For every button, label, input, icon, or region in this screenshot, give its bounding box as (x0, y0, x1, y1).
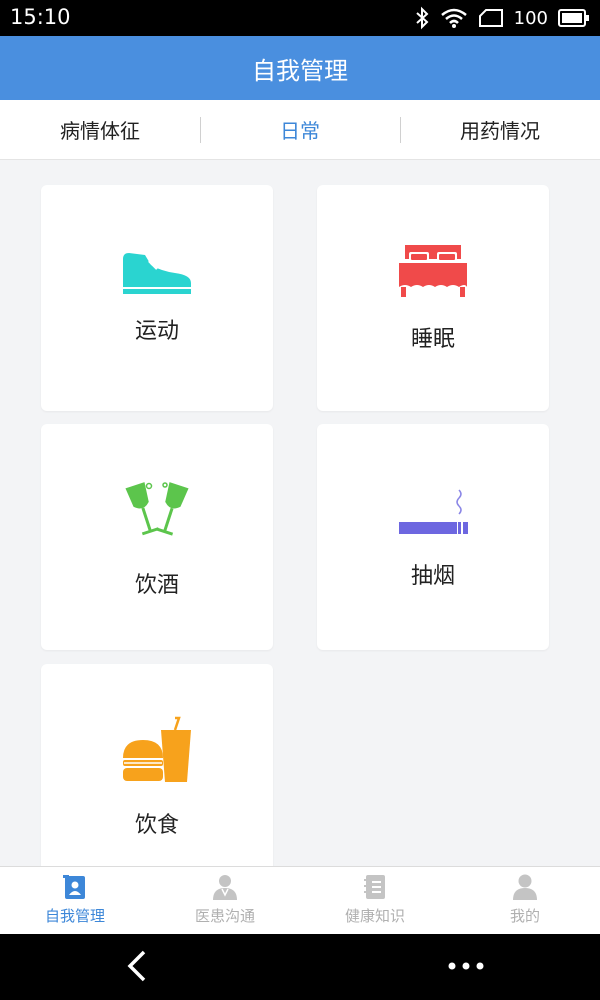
card-label: 饮食 (134, 813, 179, 838)
battery-icon (558, 9, 589, 27)
tab-vital-signs[interactable]: 病情体征 (0, 100, 200, 159)
category-tabs: 病情体征 日常 用药情况 (0, 100, 600, 160)
status-bar: 15:10 100 (0, 0, 600, 36)
tab-label: 病情体征 (60, 119, 140, 143)
card-exercise[interactable]: 运动 (41, 185, 273, 411)
app-header: 自我管理 (0, 36, 600, 100)
page-title: 自我管理 (252, 56, 348, 85)
wifi-icon (440, 8, 467, 28)
bed-icon (317, 243, 549, 299)
nav-label: 自我管理 (44, 907, 105, 925)
card-label: 运动 (134, 319, 179, 344)
sneaker-icon (41, 251, 273, 295)
status-icons: 100 (414, 6, 590, 30)
bluetooth-icon (415, 6, 429, 30)
card-sleep[interactable]: 睡眠 (317, 185, 549, 411)
signal-icon (478, 9, 503, 27)
self-management-icon (63, 875, 85, 899)
notebook-icon (364, 875, 385, 899)
status-time: 15:10 (10, 5, 71, 29)
card-label: 睡眠 (410, 327, 455, 352)
battery-level: 100 (513, 7, 548, 29)
person-icon (513, 874, 537, 900)
card-label: 抽烟 (410, 564, 455, 589)
card-smoking[interactable]: 抽烟 (317, 424, 549, 650)
tab-label: 日常 (280, 119, 320, 143)
nav-mine[interactable]: 我的 (450, 867, 600, 934)
back-icon[interactable] (120, 948, 156, 984)
card-label: 饮酒 (134, 573, 179, 598)
bottom-nav: 自我管理 医患沟通 健康知识 我的 (0, 866, 600, 934)
tab-label: 用药情况 (460, 119, 540, 143)
card-drinking[interactable]: 饮酒 (41, 424, 273, 650)
tab-medication[interactable]: 用药情况 (400, 100, 600, 159)
nav-label: 我的 (509, 907, 540, 925)
cigarette-icon (317, 488, 549, 536)
system-nav-bar (0, 934, 600, 1000)
card-grid: 运动 睡眠 饮酒 抽烟 饮食 (0, 161, 600, 866)
wine-glasses-icon (41, 480, 273, 546)
nav-label: 医患沟通 (194, 907, 255, 925)
tab-daily[interactable]: 日常 (200, 100, 400, 159)
card-diet[interactable]: 饮食 (41, 664, 273, 866)
nav-doctor-patient[interactable]: 医患沟通 (150, 867, 300, 934)
nav-self-management[interactable]: 自我管理 (0, 867, 150, 934)
burger-drink-icon (41, 716, 273, 784)
doctor-icon (213, 875, 237, 900)
nav-health-knowledge[interactable]: 健康知识 (300, 867, 450, 934)
more-icon[interactable] (446, 956, 486, 976)
nav-label: 健康知识 (344, 907, 405, 925)
